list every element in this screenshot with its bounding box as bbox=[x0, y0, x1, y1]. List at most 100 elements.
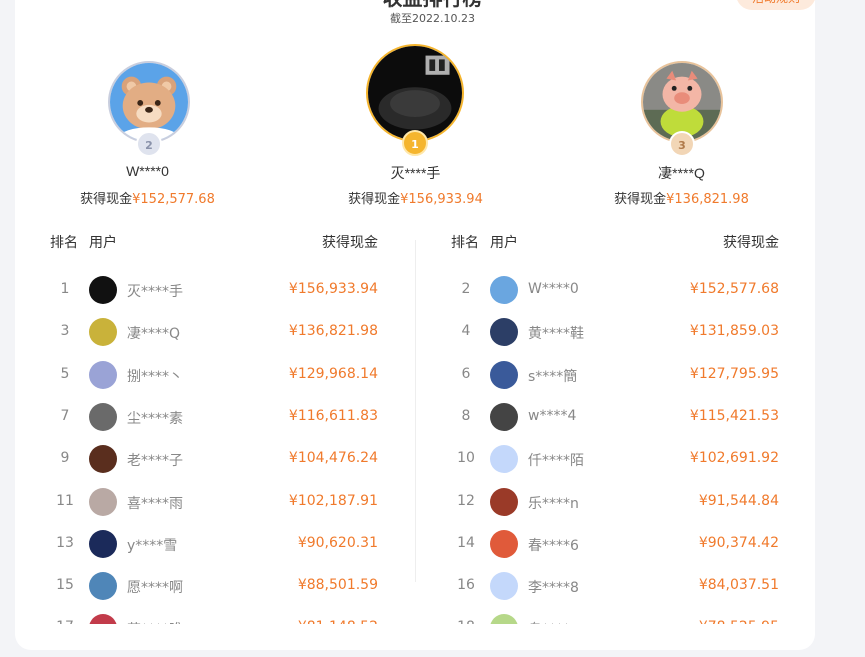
table-header: 排名 用户 获得现金 bbox=[50, 232, 378, 254]
avatar bbox=[89, 614, 117, 624]
podium-second-name: W****0 bbox=[126, 163, 169, 179]
cash-cell: ¥136,821.98 bbox=[288, 323, 378, 340]
cash-label: 获得现金 bbox=[348, 192, 401, 207]
rank-cell: 14 bbox=[457, 534, 475, 551]
page-title: 收益排行榜 bbox=[0, 0, 865, 8]
table-row[interactable]: 16 李****8 ¥84,037.51 bbox=[451, 565, 779, 607]
podium-third-name: 凄****Q bbox=[658, 165, 705, 181]
user-name: 捌****丶 bbox=[127, 368, 183, 385]
user-name: 灭****手 bbox=[127, 284, 183, 300]
ranking-table-right: 排名 用户 获得现金 2 W****0 ¥152,577.68 4 黄****鞋 ¥131… bbox=[451, 232, 779, 624]
user-name: 老****子 bbox=[127, 453, 183, 470]
table-row[interactable]: 18 乌**** ¥78,525.95 bbox=[451, 607, 779, 624]
rank-cell: 8 bbox=[461, 407, 471, 424]
user-name: W****0 bbox=[528, 281, 579, 297]
avatar bbox=[490, 360, 518, 389]
user-name: w****4 bbox=[528, 407, 577, 424]
avatar bbox=[89, 445, 117, 474]
user-name: 仟****陌 bbox=[528, 453, 584, 470]
user-name: 乐****n bbox=[528, 495, 579, 512]
table-row[interactable]: 15 愿****啊 ¥88,501.59 bbox=[50, 565, 378, 607]
table-row[interactable]: 1 灭****手 ¥156,933.94 bbox=[50, 269, 378, 311]
cash-cell: ¥81,148.52 bbox=[298, 619, 378, 624]
table-row[interactable]: 12 乐****n ¥91,544.84 bbox=[451, 481, 779, 523]
cash-cell: ¥115,421.53 bbox=[689, 407, 779, 424]
podium-first-cash: 获得现金¥156,933.94 bbox=[328, 188, 503, 207]
avatar bbox=[89, 572, 117, 601]
podium-second-cash: 获得现金¥152,577.68 bbox=[60, 188, 235, 207]
table-row[interactable]: 14 春****6 ¥90,374.42 bbox=[451, 523, 779, 565]
dark-avatar bbox=[366, 44, 464, 142]
rank-cell: 13 bbox=[56, 534, 74, 551]
table-row[interactable]: 17 艾****唯 ¥81,148.52 bbox=[50, 607, 378, 624]
cash-label: 获得现金 bbox=[80, 192, 133, 207]
page-subtitle: 截至2022.10.23 bbox=[390, 12, 475, 25]
avatar bbox=[490, 529, 518, 558]
user-header: 用户 bbox=[89, 235, 117, 251]
cash-cell: ¥90,374.42 bbox=[698, 534, 779, 551]
rank-cell: 5 bbox=[60, 365, 70, 382]
user-name: 凄****Q bbox=[127, 326, 181, 343]
table-row[interactable]: 10 仟****陌 ¥102,691.92 bbox=[451, 438, 779, 480]
user-name: 春****6 bbox=[528, 537, 579, 554]
cash-cell: ¥152,577.68 bbox=[689, 281, 779, 297]
ranking-table-left: 排名 用户 获得现金 1 灭****手 ¥156,933.94 3 凄****Q ¥136… bbox=[50, 232, 378, 624]
user-name: 乌**** bbox=[528, 619, 570, 624]
cash-cell: ¥78,525.95 bbox=[699, 619, 779, 624]
user-name: s****簡 bbox=[528, 368, 578, 385]
table-row[interactable]: 2 W****0 ¥152,577.68 bbox=[451, 269, 779, 311]
rank-cell: 16 bbox=[457, 577, 475, 594]
table-header: 排名 用户 获得现金 bbox=[451, 232, 779, 254]
rules-button[interactable]: 活动规则 bbox=[736, 0, 816, 10]
rank-header: 排名 bbox=[50, 235, 78, 251]
avatar bbox=[490, 572, 518, 601]
podium-third: 3 凄****Q 获得现金¥136,821.98 bbox=[594, 55, 769, 215]
cash-header: 获得现金 bbox=[322, 235, 378, 251]
user-name: 尘****素 bbox=[127, 410, 183, 427]
table-row[interactable]: 8 w****4 ¥115,421.53 bbox=[451, 396, 779, 438]
rank-cell: 6 bbox=[461, 365, 471, 382]
user-name: 李****8 bbox=[528, 580, 579, 597]
table-row[interactable]: 11 喜****雨 ¥102,187.91 bbox=[50, 481, 378, 523]
table-row[interactable]: 7 尘****素 ¥116,611.83 bbox=[50, 396, 378, 438]
avatar bbox=[490, 614, 518, 624]
user-name: 黄****鞋 bbox=[528, 326, 584, 343]
table-row[interactable]: 9 老****子 ¥104,476.24 bbox=[50, 438, 378, 480]
rank-cell: 1 bbox=[60, 281, 70, 297]
rank-cell: 9 bbox=[60, 450, 70, 467]
rank-cell: 4 bbox=[461, 323, 471, 340]
table-row[interactable]: 13 y****雪 ¥90,620.31 bbox=[50, 523, 378, 565]
column-divider bbox=[415, 240, 416, 582]
user-name: 喜****雨 bbox=[127, 495, 183, 512]
avatar bbox=[490, 276, 518, 304]
user-name: 愿****啊 bbox=[127, 580, 183, 597]
podium-first-name: 灭****手 bbox=[390, 165, 441, 181]
cash-amount: ¥156,933.94 bbox=[400, 192, 483, 207]
user-name: y****雪 bbox=[127, 537, 178, 554]
rank-cell: 15 bbox=[56, 577, 74, 594]
cash-cell: ¥116,611.83 bbox=[288, 407, 378, 424]
cash-cell: ¥156,933.94 bbox=[288, 281, 378, 297]
user-header: 用户 bbox=[490, 235, 518, 251]
cash-cell: ¥131,859.03 bbox=[689, 323, 779, 340]
avatar bbox=[89, 402, 117, 431]
cash-cell: ¥91,544.84 bbox=[698, 492, 779, 509]
cash-cell: ¥102,691.92 bbox=[689, 450, 779, 467]
rank-cell: 18 bbox=[451, 619, 481, 624]
avatar bbox=[490, 445, 518, 474]
table-row[interactable]: 3 凄****Q ¥136,821.98 bbox=[50, 311, 378, 353]
avatar bbox=[89, 360, 117, 389]
table-row[interactable]: 4 黄****鞋 ¥131,859.03 bbox=[451, 311, 779, 353]
cash-amount: ¥152,577.68 bbox=[132, 192, 215, 207]
rank-header: 排名 bbox=[451, 235, 479, 251]
table-body: 1 灭****手 ¥156,933.94 3 凄****Q ¥136,821.98 5 捌**… bbox=[50, 262, 378, 624]
avatar bbox=[490, 487, 518, 516]
table-row[interactable]: 6 s****簡 ¥127,795.95 bbox=[451, 354, 779, 396]
avatar bbox=[89, 318, 117, 347]
podium-second: 2 W****0 获得现金¥152,577.68 bbox=[60, 55, 235, 215]
rank-cell: 3 bbox=[60, 323, 70, 340]
table-row[interactable]: 5 捌****丶 ¥129,968.14 bbox=[50, 354, 378, 396]
rank-cell: 7 bbox=[60, 407, 70, 424]
avatar bbox=[89, 487, 117, 516]
rank-cell: 12 bbox=[457, 492, 475, 509]
